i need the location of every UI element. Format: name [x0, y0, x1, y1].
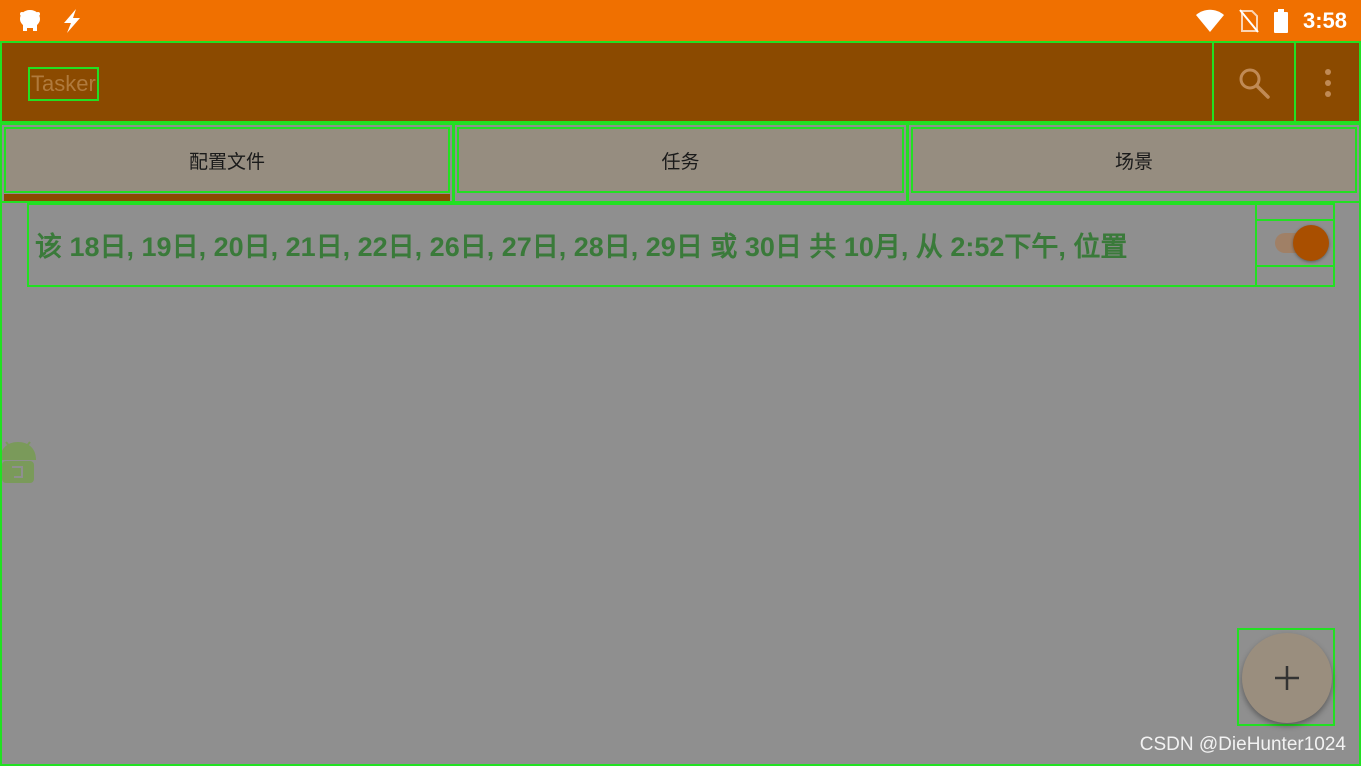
- status-bar: 3:58: [0, 0, 1361, 41]
- android-robot-icon[interactable]: [0, 434, 42, 486]
- lightning-icon: [64, 9, 80, 33]
- profile-list-item[interactable]: 该 18日, 19日, 20日, 21日, 22日, 26日, 27日, 28日…: [27, 203, 1335, 287]
- search-button[interactable]: [1212, 43, 1296, 123]
- search-icon: [1239, 68, 1270, 99]
- profile-context-text: 该 18日, 19日, 20日, 21日, 22日, 26日, 27日, 28日…: [35, 232, 1128, 262]
- toggle-thumb: [1293, 225, 1329, 261]
- profile-toggle[interactable]: [1257, 219, 1335, 267]
- fab-container: [1237, 628, 1335, 726]
- watermark: CSDN @DieHunter1024: [1139, 734, 1346, 755]
- tab-scenes-label: 场景: [911, 127, 1357, 193]
- tab-bar: 配置文件 任务 场景: [0, 123, 1361, 205]
- notification-app-icon: [20, 10, 40, 31]
- app-bar: Tasker: [0, 41, 1361, 123]
- wifi-icon: [1195, 9, 1224, 32]
- tab-profiles[interactable]: 配置文件: [0, 123, 454, 203]
- status-icons: 3:58: [1195, 0, 1347, 41]
- profile-toggle-container: [1255, 203, 1335, 287]
- tab-profiles-label: 配置文件: [4, 127, 450, 193]
- tab-tasks[interactable]: 任务: [453, 123, 908, 203]
- app-title: Tasker: [28, 67, 99, 101]
- no-sim-icon: [1239, 8, 1259, 33]
- plus-icon: [1275, 666, 1299, 690]
- more-options-button[interactable]: [1294, 43, 1361, 123]
- tab-scenes[interactable]: 场景: [907, 123, 1361, 203]
- add-button[interactable]: [1242, 633, 1332, 723]
- tab-tasks-label: 任务: [457, 127, 904, 193]
- tab-selected-indicator: [4, 194, 450, 201]
- status-time: 3:58: [1302, 7, 1347, 33]
- more-vert-icon: [1324, 69, 1331, 97]
- battery-icon: [1273, 8, 1288, 33]
